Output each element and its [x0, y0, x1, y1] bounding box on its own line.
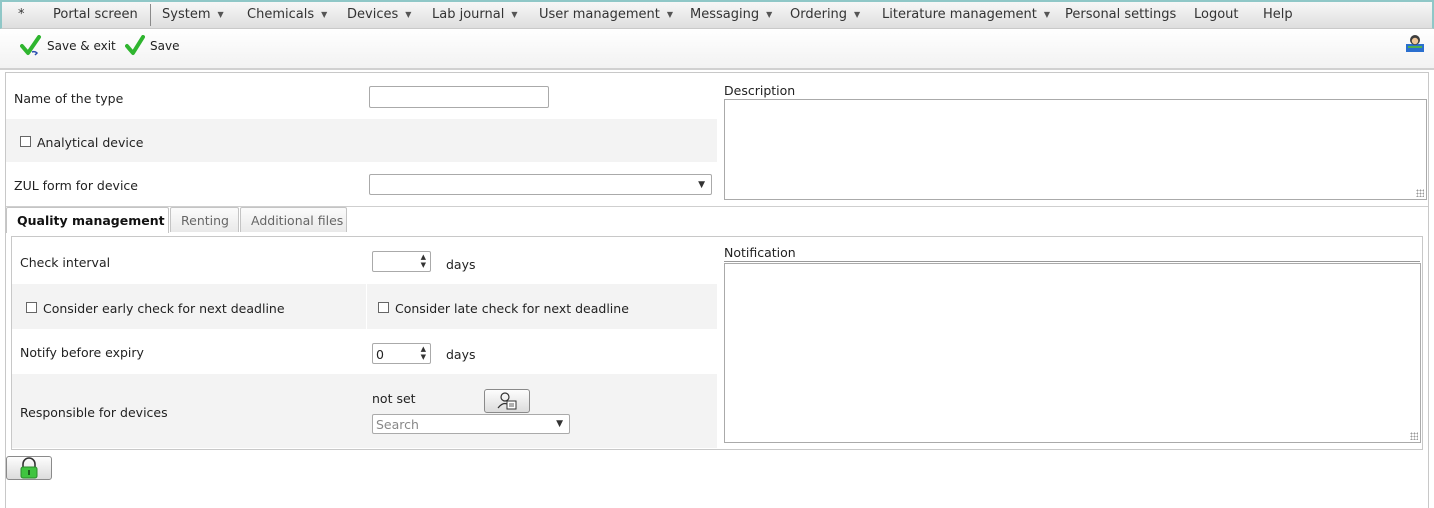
menu-help[interactable]: Help [1263, 7, 1293, 22]
early-check-checkbox[interactable]: Consider early check for next deadline [26, 301, 285, 316]
chevron-down-icon: ▼ [511, 10, 518, 19]
description-label: Description [724, 83, 796, 98]
menu-messaging-label: Messaging [690, 7, 760, 22]
notification-textarea[interactable] [724, 263, 1421, 443]
notify-unit: days [446, 347, 476, 362]
checkbox-icon [20, 136, 31, 147]
notify-value: 0 [376, 347, 384, 362]
unlock-icon [20, 457, 38, 479]
name-input[interactable] [369, 86, 549, 108]
late-check-checkbox[interactable]: Consider late check for next deadline [378, 301, 629, 316]
zul-form-select[interactable]: ▼ [369, 174, 712, 195]
menu-personal-settings[interactable]: Personal settings [1065, 7, 1176, 22]
analytical-row: Analytical device [6, 119, 717, 162]
menu-separator [150, 4, 151, 26]
menu-star[interactable]: * [18, 7, 25, 22]
checkbox-icon [26, 302, 37, 313]
deadline-options-row: Consider early check for next deadline C… [12, 284, 717, 329]
save-label: Save [150, 39, 180, 53]
zul-label: ZUL form for device [14, 178, 138, 193]
user-search-icon [497, 392, 517, 410]
description-textarea[interactable] [724, 99, 1427, 200]
resize-grip-icon[interactable] [1410, 432, 1418, 440]
check-interval-row: Check interval ▲ ▼ days [12, 239, 717, 284]
check-interval-unit: days [446, 257, 476, 272]
chevron-down-icon: ▼ [854, 10, 861, 19]
tab-additional-files[interactable]: Additional files [240, 207, 347, 232]
tab-renting[interactable]: Renting [170, 207, 239, 232]
green-check-icon [125, 35, 145, 55]
main-menu-bar: * Portal screen System ▼ Chemicals ▼ Devic… [0, 0, 1434, 29]
menu-devices-label: Devices [347, 7, 399, 22]
late-check-label: Consider late check for next deadline [395, 301, 629, 316]
select-user-button[interactable] [484, 389, 530, 413]
save-button[interactable]: Save [125, 35, 179, 57]
menu-logout[interactable]: Logout [1194, 7, 1239, 22]
menu-messaging[interactable]: Messaging ▼ [690, 7, 772, 22]
name-label: Name of the type [14, 91, 124, 106]
check-interval-spinner[interactable]: ▲ ▼ [372, 251, 431, 272]
menu-system-label: System [162, 7, 211, 22]
toolbar: Save & exit Save [0, 29, 1434, 70]
column-divider [366, 284, 367, 329]
responsible-value: not set [372, 391, 416, 406]
responsible-row: Responsible for devices not set Search ▼ [12, 374, 717, 448]
chevron-down-icon: ▼ [666, 10, 674, 19]
resize-grip-icon[interactable] [1416, 189, 1424, 197]
menu-ordering-label: Ordering [790, 7, 848, 22]
save-exit-label: Save & exit [47, 39, 116, 53]
menu-lab-journal[interactable]: Lab journal ▼ [432, 7, 518, 22]
early-check-label: Consider early check for next deadline [43, 301, 285, 316]
menu-devices[interactable]: Devices ▼ [347, 7, 411, 22]
chevron-down-icon: ▼ [217, 10, 224, 19]
name-row: Name of the type [6, 76, 717, 119]
menu-lab-journal-label: Lab journal [432, 7, 505, 22]
user-profile-icon[interactable] [1404, 32, 1426, 54]
check-interval-label: Check interval [20, 255, 111, 270]
responsible-search-select[interactable]: Search ▼ [372, 414, 570, 434]
chevron-down-icon: ▼ [405, 10, 412, 19]
menu-literature-management-label: Literature management [882, 7, 1037, 22]
chevron-down-icon: ▼ [1043, 10, 1051, 19]
notification-label: Notification [724, 245, 796, 260]
analytical-label: Analytical device [37, 135, 144, 150]
menu-literature-management[interactable]: Literature management ▼ [882, 7, 1050, 22]
zul-row: ZUL form for device ▼ [6, 162, 717, 205]
responsible-search-placeholder: Search [376, 417, 419, 432]
save-exit-icon [20, 35, 41, 56]
menu-chemicals[interactable]: Chemicals ▼ [247, 7, 327, 22]
notify-spinner[interactable]: 0 ▲ ▼ [372, 343, 431, 364]
analytical-checkbox[interactable]: Analytical device [20, 135, 143, 150]
menu-chemicals-label: Chemicals [247, 7, 315, 22]
tab-quality-management[interactable]: Quality management [6, 207, 169, 233]
notify-row: Notify before expiry 0 ▲ ▼ days [12, 329, 717, 374]
lock-button[interactable] [6, 456, 52, 480]
menu-ordering[interactable]: Ordering ▼ [790, 7, 860, 22]
quality-management-panel: Check interval ▲ ▼ days Consider early ch… [11, 236, 1423, 450]
menu-system[interactable]: System ▼ [162, 7, 224, 22]
chevron-down-icon: ▼ [698, 180, 705, 190]
spinner-arrows-icon[interactable]: ▲ ▼ [421, 345, 426, 361]
save-exit-button[interactable]: Save & exit [20, 35, 116, 57]
menu-user-management-label: User management [539, 7, 660, 22]
responsible-label: Responsible for devices [20, 405, 168, 420]
chevron-down-icon: ▼ [556, 419, 563, 429]
chevron-down-icon: ▼ [766, 10, 773, 19]
notify-label: Notify before expiry [20, 345, 144, 360]
chevron-down-icon: ▼ [321, 10, 328, 19]
menu-user-management[interactable]: User management ▼ [539, 7, 673, 22]
checkbox-icon [378, 302, 389, 313]
notification-divider [724, 261, 1420, 262]
menu-portal-screen[interactable]: Portal screen [53, 7, 138, 22]
spinner-arrows-icon[interactable]: ▲ ▼ [421, 253, 426, 269]
